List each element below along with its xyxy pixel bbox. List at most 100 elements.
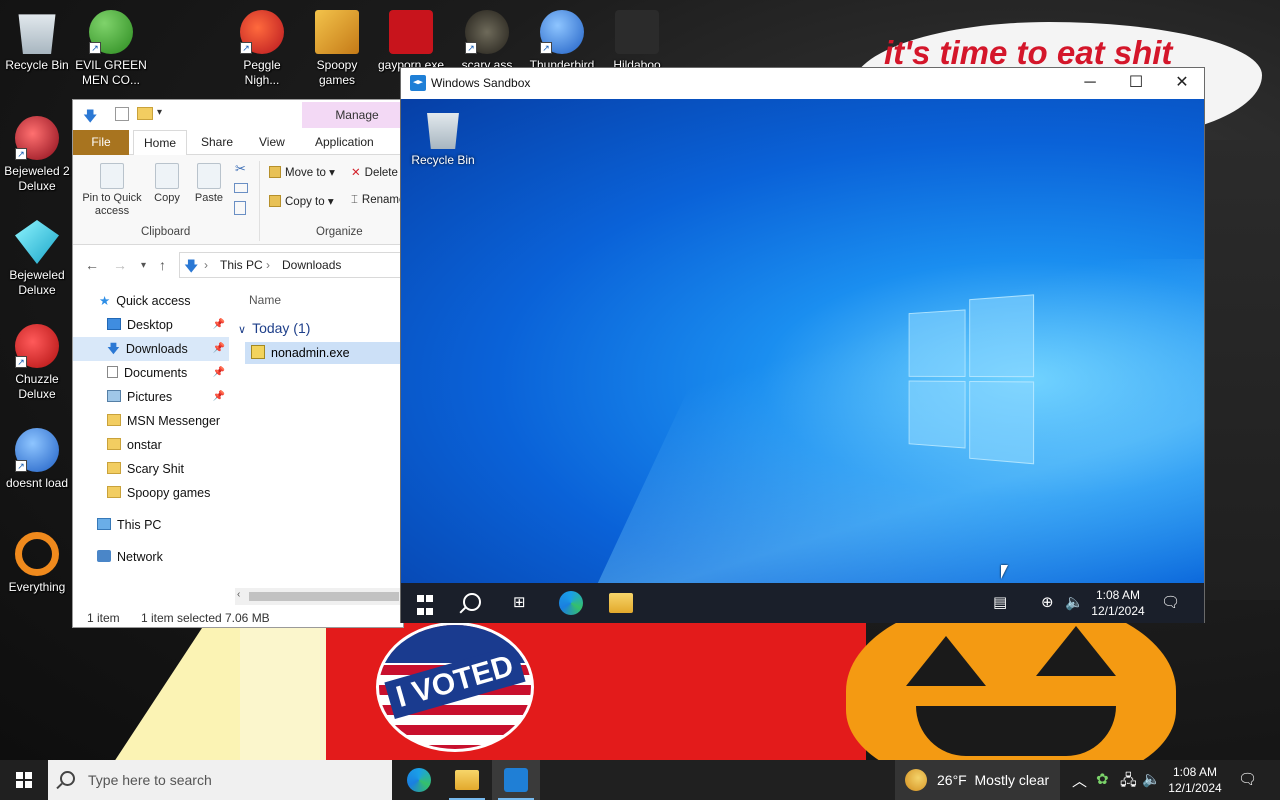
nav-documents[interactable]: Documents 📌 [73,361,229,385]
breadcrumb-this-pc[interactable]: This PC [220,258,263,272]
address-bar[interactable]: 🡇 › This PC › Downloads [179,252,403,278]
delete-button[interactable]: ✕ Delete [351,165,398,179]
desktop-icon-flash[interactable]: gayporn.exe [374,10,448,73]
cut-icon[interactable]: ✂ [235,161,246,177]
tab-view[interactable]: View [249,130,295,155]
forward-arrow-icon[interactable]: → [113,257,127,273]
sandbox-recycle-bin[interactable]: Recycle Bin [411,109,475,167]
desktop-icon-bejeweled-deluxe[interactable]: Bejeweled Deluxe [0,220,74,298]
tab-file[interactable]: File [73,130,129,155]
nav-this-pc[interactable]: This PC [73,513,229,537]
windows-start-icon[interactable] [16,772,32,788]
close-button[interactable]: ✕ [1159,68,1205,98]
host-taskbar: Type here to search 26°F Mostly clear ︿ … [0,760,1280,800]
nav-msn-messenger[interactable]: MSN Messenger [73,409,229,433]
notification-icon[interactable]: 🗨 [1161,593,1180,611]
file-row[interactable]: nonadmin.exe [245,342,403,364]
sandbox-clock[interactable]: 1:08 AM 12/1/2024 [1089,587,1147,619]
tray-app-icon[interactable]: ✿ [1096,770,1109,788]
search-button[interactable] [463,593,483,613]
manage-contextual-tab[interactable]: Manage [302,102,403,128]
network-icon [97,550,111,562]
file-explorer-window[interactable]: 🡇 ▾ Manage File Home Share View Applicat… [72,99,404,628]
pumpkin-mouth [916,706,1116,756]
horizontal-scrollbar[interactable]: ‹ [235,588,403,605]
qat-dropdown-icon[interactable]: ▾ [157,107,162,118]
taskbar-clock[interactable]: 1:08 AM 12/1/2024 [1165,764,1225,796]
copy-to-button[interactable]: Copy to ▾ [269,194,334,208]
desktop-icon-doesnt-load[interactable]: ↗ doesnt load [0,428,74,491]
pin-icon[interactable]: 📌 [213,385,225,409]
news-widget-icon[interactable]: ▤ [993,593,1007,611]
new-folder-icon[interactable] [137,107,153,120]
desktop-icon-thunderbird[interactable]: ↗ Thunderbird [525,10,599,73]
chevron-left-icon[interactable]: ‹ [237,589,240,600]
column-header-name[interactable]: Name [249,293,281,307]
taskbar-edge-button[interactable] [395,760,443,800]
properties-icon[interactable] [115,107,129,121]
network-globe-icon[interactable]: ⊕ [1041,593,1054,611]
maximize-button[interactable]: ☐ [1113,68,1159,98]
bejeweled-2-icon: ↗ [15,116,59,160]
back-arrow-icon[interactable]: ← [85,257,99,273]
desktop-icon-everything[interactable]: Everything [0,532,74,595]
chevron-up-icon[interactable]: ︿ [1072,770,1087,791]
desktop-icon-evil-green-men[interactable]: ↗ EVIL GREEN MEN CO... [74,10,148,88]
nav-onstar[interactable]: onstar [73,433,229,457]
folder-icon [107,414,121,426]
pin-icon[interactable]: 📌 [213,313,225,337]
move-to-button[interactable]: Move to ▾ [269,165,335,179]
nav-pictures[interactable]: Pictures 📌 [73,385,229,409]
volume-icon[interactable]: 🔈 [1065,593,1084,611]
up-arrow-icon[interactable]: ↑ [159,257,166,273]
taskbar-file-explorer-button[interactable] [443,760,491,800]
folder-icon [107,486,121,498]
notification-icon[interactable]: 🗨 [1238,770,1257,788]
recent-locations-icon[interactable]: ▾ [141,260,146,271]
tab-share[interactable]: Share [191,130,243,155]
minimize-button[interactable]: ─ [1067,68,1113,98]
breadcrumb-downloads[interactable]: Downloads [282,258,341,272]
nav-quick-access[interactable]: ★ Quick access [73,289,229,313]
sandbox-desktop[interactable]: Recycle Bin [401,99,1204,583]
taskbar-search-box[interactable]: Type here to search [48,760,392,800]
edge-icon[interactable] [559,591,583,615]
file-explorer-icon[interactable] [609,593,633,613]
nav-scary-shit[interactable]: Scary Shit [73,457,229,481]
desktop-icon-recycle-bin[interactable]: Recycle Bin [0,10,74,73]
down-arrow-icon[interactable]: 🡇 [83,106,97,130]
nav-desktop[interactable]: Desktop 📌 [73,313,229,337]
nav-spoopy-games[interactable]: Spoopy games [73,481,229,505]
tab-application-tools[interactable]: Application Tools [305,130,403,173]
ribbon-home: Pin to Quick access Copy Paste ✂ Clipboa… [73,155,403,245]
copy-path-icon[interactable] [234,183,248,193]
windows-start-icon[interactable] [417,595,441,619]
paste-button[interactable]: Paste [189,163,229,205]
task-view-icon[interactable]: ⊞ [513,593,526,611]
desktop-icon-spoopy-games[interactable]: Spoopy games [300,10,374,88]
pin-to-quick-access-button[interactable]: Pin to Quick access [79,163,145,218]
desktop-icon-scary-ass[interactable]: ↗ scary ass [450,10,524,73]
desktop-icon-bejeweled-2[interactable]: ↗ Bejeweled 2 Deluxe [0,116,74,194]
delete-icon: ✕ [351,167,361,179]
desktop-icon-peggle[interactable]: ↗ Peggle Nigh... [225,10,299,88]
tab-home[interactable]: Home [133,130,188,156]
volume-icon[interactable]: 🔈 [1142,770,1161,788]
scrollbar-thumb[interactable] [249,592,399,601]
copy-button[interactable]: Copy [147,163,187,205]
nav-network[interactable]: Network [73,545,229,569]
desktop-icon-hildaboo[interactable]: Hildaboo [600,10,674,73]
rename-button[interactable]: ⌶ Rename [351,194,403,207]
network-icon[interactable]: 🖧 [1120,770,1137,795]
sandbox-title-bar[interactable]: Windows Sandbox ─ ☐ ✕ [401,68,1204,99]
weather-widget[interactable]: 26°F Mostly clear [895,760,1060,800]
pin-icon[interactable]: 📌 [213,361,225,385]
taskbar-sandbox-button[interactable] [492,760,540,800]
clock-time: 1:08 AM [1172,765,1218,779]
windows-sandbox-window[interactable]: Windows Sandbox ─ ☐ ✕ Recycle Bin ⊞ ▤ ⊕ … [400,67,1205,623]
desktop-icon-chuzzle[interactable]: ↗ Chuzzle Deluxe [0,324,74,402]
group-header-today[interactable]: ∨ Today (1) [238,320,310,336]
nav-downloads[interactable]: 🡇 Downloads 📌 [73,337,229,361]
paste-shortcut-icon[interactable] [234,201,246,215]
pin-icon[interactable]: 📌 [213,337,225,361]
